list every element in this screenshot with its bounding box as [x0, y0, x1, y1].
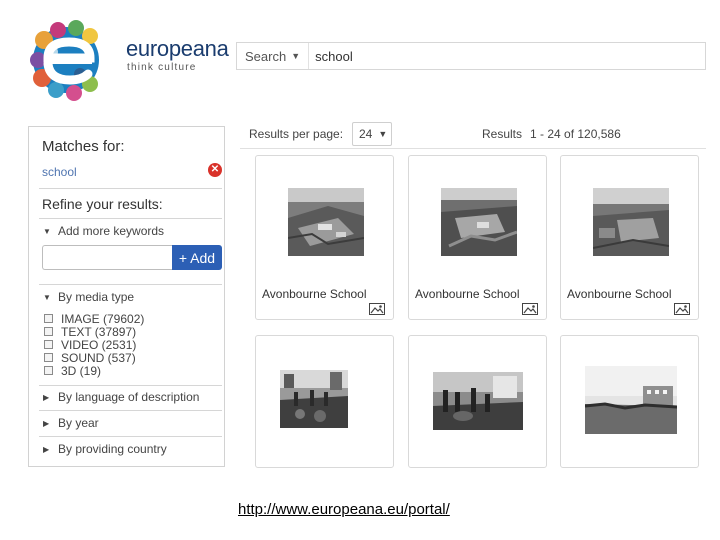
triangle-right-icon: ▶ — [43, 392, 50, 402]
image-icon — [674, 303, 690, 315]
media-type-list: IMAGE (79602) TEXT (37897) VIDEO (2531) … — [44, 311, 145, 378]
result-thumbnail[interactable] — [585, 366, 677, 434]
search-bar: Search ▼ — [236, 42, 706, 70]
divider — [39, 218, 222, 219]
divider — [39, 410, 222, 411]
results-per-page-value: 24 — [359, 127, 373, 141]
facet-media-type-label: By media type — [58, 290, 135, 304]
search-scope-dropdown[interactable]: Search ▼ — [237, 43, 310, 69]
chevron-down-icon: ▼ — [378, 129, 388, 139]
portal-url-link[interactable]: http://www.europeana.eu/portal/ — [238, 501, 450, 518]
result-card[interactable] — [560, 335, 699, 468]
facet-year[interactable]: ▶ By year — [43, 416, 99, 430]
divider — [240, 148, 706, 149]
facet-country[interactable]: ▶ By providing country — [43, 442, 167, 456]
results-per-page-label: Results per page: — [249, 127, 344, 141]
result-thumbnail[interactable] — [441, 188, 517, 256]
query-tag[interactable]: school — [42, 165, 77, 179]
refine-label: Refine your results: — [42, 196, 163, 212]
result-title[interactable]: Avonbourne School — [262, 287, 367, 301]
triangle-right-icon: ▶ — [43, 418, 50, 428]
checkbox[interactable] — [44, 353, 53, 362]
result-thumbnail[interactable] — [593, 188, 669, 256]
results-per-page-select[interactable]: 24 ▼ — [352, 122, 392, 146]
result-card[interactable] — [255, 335, 394, 468]
matches-label: Matches for: — [42, 138, 125, 155]
facet-media-type[interactable]: ▼ By media type — [43, 290, 134, 304]
facet-add-keywords[interactable]: ▼ Add more keywords — [43, 224, 164, 238]
search-input[interactable] — [309, 43, 705, 69]
triangle-down-icon: ▼ — [43, 226, 51, 236]
checkbox[interactable] — [44, 327, 53, 336]
facet-country-label: By providing country — [58, 442, 167, 456]
image-icon — [522, 303, 538, 315]
facet-add-keywords-label: Add more keywords — [58, 224, 165, 238]
media-type-label: IMAGE (79602) — [61, 311, 145, 326]
search-scope-label: Search — [245, 48, 287, 64]
keyword-input[interactable] — [42, 245, 172, 270]
media-type-option[interactable]: 3D (19) — [44, 363, 144, 378]
result-thumbnail[interactable] — [280, 370, 348, 428]
remove-query-icon[interactable]: ✕ — [208, 163, 222, 177]
media-type-option[interactable]: TEXT (37897) — [44, 324, 144, 339]
media-type-label: TEXT (37897) — [61, 324, 137, 339]
media-type-label: VIDEO (2531) — [61, 337, 137, 352]
result-thumbnail[interactable] — [433, 372, 523, 430]
result-title[interactable]: Avonbourne School — [415, 287, 520, 301]
result-card[interactable]: Avonbourne School — [408, 155, 547, 320]
result-title[interactable]: Avonbourne School — [567, 287, 672, 301]
checkbox[interactable] — [44, 314, 53, 323]
divider — [39, 284, 222, 285]
logo-mosaic-icon — [30, 20, 99, 101]
results-count-label: Results — [482, 127, 523, 141]
facet-language[interactable]: ▶ By language of description — [43, 390, 199, 404]
results-count-range: 1 - 24 of 120,586 — [530, 127, 621, 141]
checkbox[interactable] — [44, 366, 53, 375]
divider — [39, 188, 222, 189]
media-type-option[interactable]: SOUND (537) — [44, 350, 144, 365]
chevron-down-icon: ▼ — [291, 51, 301, 61]
result-card[interactable]: Avonbourne School — [255, 155, 394, 320]
checkbox[interactable] — [44, 340, 53, 349]
media-type-option[interactable]: VIDEO (2531) — [44, 337, 144, 352]
media-type-label: SOUND (537) — [61, 350, 136, 365]
add-keyword-button[interactable]: + Add — [172, 245, 222, 270]
refine-sidebar: Matches for: school ✕ Refine your result… — [28, 126, 225, 467]
facet-year-label: By year — [58, 416, 99, 430]
media-type-option[interactable]: IMAGE (79602) — [44, 311, 145, 326]
result-card[interactable] — [408, 335, 547, 468]
triangle-right-icon: ▶ — [43, 444, 50, 454]
result-thumbnail[interactable] — [288, 188, 364, 256]
results-count: Results 1 - 24 of 120,586 — [482, 127, 621, 141]
logo-wordmark: europeana — [126, 36, 229, 61]
image-icon — [369, 303, 385, 315]
logo-tagline: think culture — [127, 62, 197, 73]
facet-language-label: By language of description — [58, 390, 200, 404]
divider — [39, 385, 222, 386]
triangle-down-icon: ▼ — [43, 292, 51, 302]
query-tag-row: school ✕ — [42, 163, 222, 179]
divider — [39, 436, 222, 437]
europeana-logo[interactable]: europeana think culture — [28, 20, 229, 102]
result-card[interactable]: Avonbourne School — [560, 155, 699, 320]
media-type-label: 3D (19) — [61, 363, 102, 378]
